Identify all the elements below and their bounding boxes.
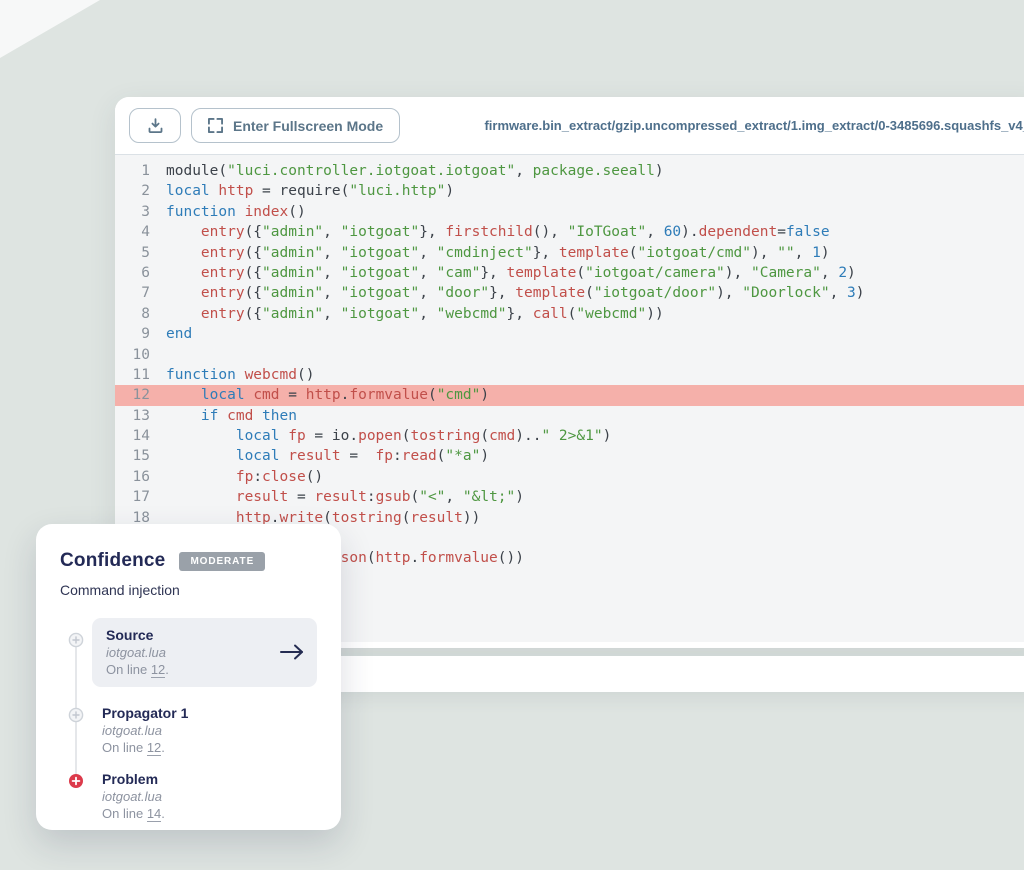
code-line: 8 entry({"admin", "iotgoat", "webcmd"}, … [115, 304, 1024, 324]
trace-steps: Sourceiotgoat.luaOn line 12.Propagator 1… [60, 618, 317, 821]
code-text: local fp = io.popen(tostring(cmd).." 2>&… [166, 426, 611, 446]
step-marker-icon [60, 703, 92, 755]
line-number: 8 [115, 304, 166, 324]
code-line: 6 entry({"admin", "iotgoat", "cam"}, tem… [115, 263, 1024, 283]
line-number-link[interactable]: 14 [147, 806, 161, 822]
step-line-ref: On line 12. [106, 662, 275, 677]
problem-marker-icon [60, 769, 92, 821]
line-number: 17 [115, 487, 166, 507]
code-line: 2local http = require("luci.http") [115, 181, 1024, 201]
code-line: 11function webcmd() [115, 365, 1024, 385]
trace-step-source[interactable]: Source iotgoat.lua On line 12. [60, 618, 317, 687]
confidence-header: Confidence MODERATE [60, 550, 317, 572]
code-line: 13 if cmd then [115, 406, 1024, 426]
step-file: iotgoat.lua [106, 645, 275, 660]
code-line: 17 result = result:gsub("<", "&lt;") [115, 487, 1024, 507]
step-content: Propagator 1 iotgoat.lua On line 12. [92, 703, 317, 755]
confidence-badge: MODERATE [179, 552, 265, 571]
step-marker-icon [60, 618, 92, 687]
background-highlight-wedge [0, 0, 100, 58]
line-number: 1 [115, 161, 166, 181]
code-line: 16 fp:close() [115, 467, 1024, 487]
code-text: entry({"admin", "iotgoat", "door"}, temp… [166, 283, 865, 303]
line-number-link[interactable]: 12 [151, 662, 165, 678]
code-text: local cmd = http.formvalue("cmd") [166, 385, 489, 405]
code-line: 5 entry({"admin", "iotgoat", "cmdinject"… [115, 243, 1024, 263]
line-number: 3 [115, 202, 166, 222]
step-line-ref: On line 14. [102, 806, 317, 821]
code-text: entry({"admin", "iotgoat", "cmdinject"},… [166, 243, 830, 263]
code-line: 14 local fp = io.popen(tostring(cmd).." … [115, 426, 1024, 446]
trace-step-propagator-1: Propagator 1 iotgoat.lua On line 12. [60, 703, 317, 755]
code-text: fp:close() [166, 467, 323, 487]
code-text: function index() [166, 202, 306, 222]
line-number: 12 [115, 385, 166, 405]
line-number: 7 [115, 283, 166, 303]
code-line: 15 local result = fp:read("*a") [115, 446, 1024, 466]
step-content[interactable]: Source iotgoat.lua On line 12. [92, 618, 317, 687]
code-line-highlighted: 12 local cmd = http.formvalue("cmd") [115, 385, 1024, 405]
code-text: result = result:gsub("<", "&lt;") [166, 487, 524, 507]
line-number-link[interactable]: 12 [147, 740, 161, 756]
line-number: 13 [115, 406, 166, 426]
code-toolbar: Enter Fullscreen Mode firmware.bin_extra… [115, 97, 1024, 155]
code-text: entry({"admin", "iotgoat"}, firstchild()… [166, 222, 830, 242]
code-text: entry({"admin", "iotgoat", "cam"}, templ… [166, 263, 856, 283]
code-line: 10 [115, 345, 1024, 365]
enter-fullscreen-button[interactable]: Enter Fullscreen Mode [191, 108, 400, 143]
trace-step-problem: Problem iotgoat.lua On line 14. [60, 769, 317, 821]
confidence-panel: Confidence MODERATE Command injection So… [36, 524, 341, 830]
fullscreen-label: Enter Fullscreen Mode [233, 118, 383, 134]
step-file: iotgoat.lua [102, 789, 317, 804]
goto-source-arrow-icon[interactable] [275, 643, 305, 661]
step-title: Problem [102, 771, 317, 787]
line-number: 10 [115, 345, 166, 365]
line-number: 14 [115, 426, 166, 446]
code-text: entry({"admin", "iotgoat", "webcmd"}, ca… [166, 304, 664, 324]
code-text: end [166, 324, 192, 344]
code-text: module("luci.controller.iotgoat.iotgoat"… [166, 161, 664, 181]
code-text: if cmd then [166, 406, 297, 426]
download-icon [147, 117, 164, 134]
line-number: 16 [115, 467, 166, 487]
fullscreen-icon [208, 118, 223, 133]
code-line: 1module("luci.controller.iotgoat.iotgoat… [115, 161, 1024, 181]
line-number: 2 [115, 181, 166, 201]
code-line: 9end [115, 324, 1024, 344]
step-content: Problem iotgoat.lua On line 14. [92, 769, 317, 821]
line-number: 9 [115, 324, 166, 344]
code-line: 3function index() [115, 202, 1024, 222]
file-path: firmware.bin_extract/gzip.uncompressed_e… [484, 118, 1024, 133]
code-text: local result = fp:read("*a") [166, 446, 489, 466]
page-root: { "page": { "background": "#dee4e1" }, "… [0, 0, 1024, 870]
step-line-ref: On line 12. [102, 740, 317, 755]
line-number: 5 [115, 243, 166, 263]
line-number: 4 [115, 222, 166, 242]
step-title: Propagator 1 [102, 705, 317, 721]
confidence-title: Confidence [60, 550, 165, 572]
line-number: 15 [115, 446, 166, 466]
line-number: 11 [115, 365, 166, 385]
download-button[interactable] [129, 108, 181, 143]
code-line: 4 entry({"admin", "iotgoat"}, firstchild… [115, 222, 1024, 242]
code-text: function webcmd() [166, 365, 314, 385]
vulnerability-type-label: Command injection [60, 582, 317, 598]
step-title: Source [106, 627, 275, 643]
step-file: iotgoat.lua [102, 723, 317, 738]
line-number: 6 [115, 263, 166, 283]
code-line: 7 entry({"admin", "iotgoat", "door"}, te… [115, 283, 1024, 303]
code-text: local http = require("luci.http") [166, 181, 454, 201]
